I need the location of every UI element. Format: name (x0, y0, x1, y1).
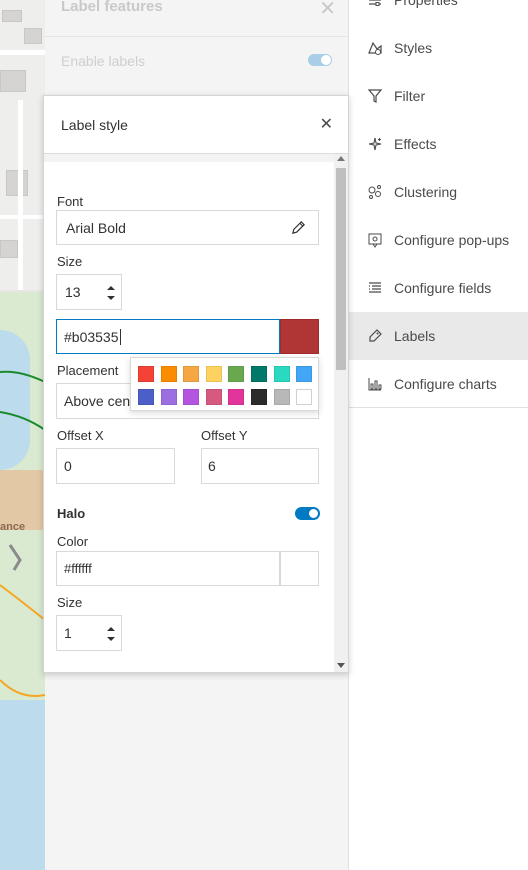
halo-size-label: Size (57, 595, 83, 610)
nav-item-configure-popups[interactable]: Configure pop-ups (349, 216, 528, 264)
color-swatch[interactable] (273, 366, 290, 382)
halo-color-input[interactable]: #ffffff (56, 551, 280, 586)
scroll-up-arrow-icon[interactable] (337, 156, 345, 161)
color-swatch[interactable] (138, 389, 154, 405)
nav-item-label: Labels (394, 328, 436, 344)
stepper-arrows-icon[interactable] (107, 627, 115, 641)
placement-value: Above cen (64, 393, 131, 409)
nav-item-label: Styles (394, 40, 433, 56)
color-swatch[interactable] (160, 389, 177, 405)
label-features-title: Label features (61, 0, 163, 15)
color-swatch[interactable] (228, 389, 245, 405)
scrollbar[interactable] (334, 154, 348, 672)
font-label: Font (57, 194, 84, 209)
color-swatch[interactable] (228, 366, 245, 382)
enable-labels-toggle[interactable] (308, 54, 332, 66)
settings-nav: Properties Styles Filter Effects Cluster… (348, 0, 528, 870)
placement-label: Placement (57, 363, 119, 378)
color-swatch[interactable] (183, 366, 200, 382)
nav-item-label: Filter (394, 88, 426, 104)
color-hex-value: #b03535 (64, 328, 119, 345)
halo-toggle[interactable] (295, 507, 320, 520)
panel-header: Label style ✕ (44, 96, 348, 154)
offset-y-value: 6 (208, 458, 216, 474)
color-swatch[interactable] (160, 366, 177, 382)
map-lines (0, 370, 45, 697)
text-caret (119, 328, 121, 345)
color-swatch[interactable] (273, 389, 290, 405)
font-size-value: 13 (65, 284, 81, 300)
color-swatch[interactable] (205, 366, 222, 382)
offset-x-value: 0 (64, 458, 72, 474)
offset-x-label: Offset X (57, 428, 104, 443)
nav-item-label: Properties (394, 0, 458, 8)
divider (349, 407, 528, 408)
styles-icon (366, 39, 384, 57)
fields-icon (366, 279, 384, 297)
nav-item-styles[interactable]: Styles (349, 24, 528, 72)
font-value: Arial Bold (66, 219, 126, 236)
scrollbar-thumb[interactable] (336, 168, 346, 370)
nav-item-label: Configure charts (394, 376, 497, 392)
color-hex-input[interactable]: #b03535 (56, 319, 280, 354)
color-swatch[interactable] (205, 389, 222, 405)
halo-color-swatch-button[interactable] (280, 551, 319, 586)
panel-title: Label style (61, 117, 128, 133)
map-view[interactable]: ance (0, 0, 45, 870)
header-strip (44, 154, 334, 162)
size-label: Size (57, 254, 83, 269)
offset-y-label: Offset Y (201, 428, 248, 443)
close-icon[interactable]: ✕ (319, 0, 336, 21)
color-swatch[interactable] (251, 366, 267, 382)
divider (45, 36, 348, 37)
properties-icon (366, 0, 384, 9)
halo-color-label: Color (57, 534, 89, 549)
halo-size-value: 1 (64, 625, 72, 641)
nav-item-effects[interactable]: Effects (349, 120, 528, 168)
effects-icon (366, 135, 384, 153)
nav-item-label: Clustering (394, 184, 458, 200)
halo-color-value: #ffffff (64, 561, 92, 576)
filter-icon (366, 87, 384, 105)
charts-icon (366, 375, 384, 393)
nav-item-clustering[interactable]: Clustering (349, 168, 528, 216)
popup-icon (366, 231, 384, 249)
color-swatch-popover (130, 357, 319, 411)
nav-item-properties[interactable]: Properties (349, 0, 528, 24)
nav-item-filter[interactable]: Filter (349, 72, 528, 120)
halo-size-stepper[interactable]: 1 (56, 615, 122, 651)
offset-y-input[interactable]: 6 (201, 448, 319, 484)
color-swatch[interactable] (251, 389, 267, 405)
color-swatch-button[interactable] (280, 319, 319, 354)
offset-x-input[interactable]: 0 (56, 448, 175, 484)
nav-item-labels[interactable]: Labels (349, 312, 528, 360)
color-swatch[interactable] (296, 366, 313, 382)
nav-item-label: Configure fields (394, 280, 492, 296)
color-swatch[interactable] (183, 389, 200, 405)
stepper-arrows-icon[interactable] (107, 286, 115, 300)
font-size-stepper[interactable]: 13 (56, 274, 122, 310)
font-picker[interactable]: Arial Bold (56, 210, 319, 245)
color-swatch[interactable] (296, 389, 313, 405)
halo-label: Halo (57, 506, 86, 521)
nav-item-configure-fields[interactable]: Configure fields (349, 264, 528, 312)
nav-item-configure-charts[interactable]: Configure charts (349, 360, 528, 408)
scroll-down-arrow-icon[interactable] (337, 663, 345, 668)
nav-item-label: Effects (394, 136, 437, 152)
clustering-icon (366, 183, 384, 201)
enable-labels-label: Enable labels (61, 53, 146, 69)
color-swatch[interactable] (138, 366, 154, 382)
nav-item-label: Configure pop-ups (394, 232, 510, 248)
pencil-icon[interactable] (291, 220, 306, 238)
labels-icon (366, 327, 384, 345)
close-icon[interactable]: ✕ (320, 114, 333, 134)
